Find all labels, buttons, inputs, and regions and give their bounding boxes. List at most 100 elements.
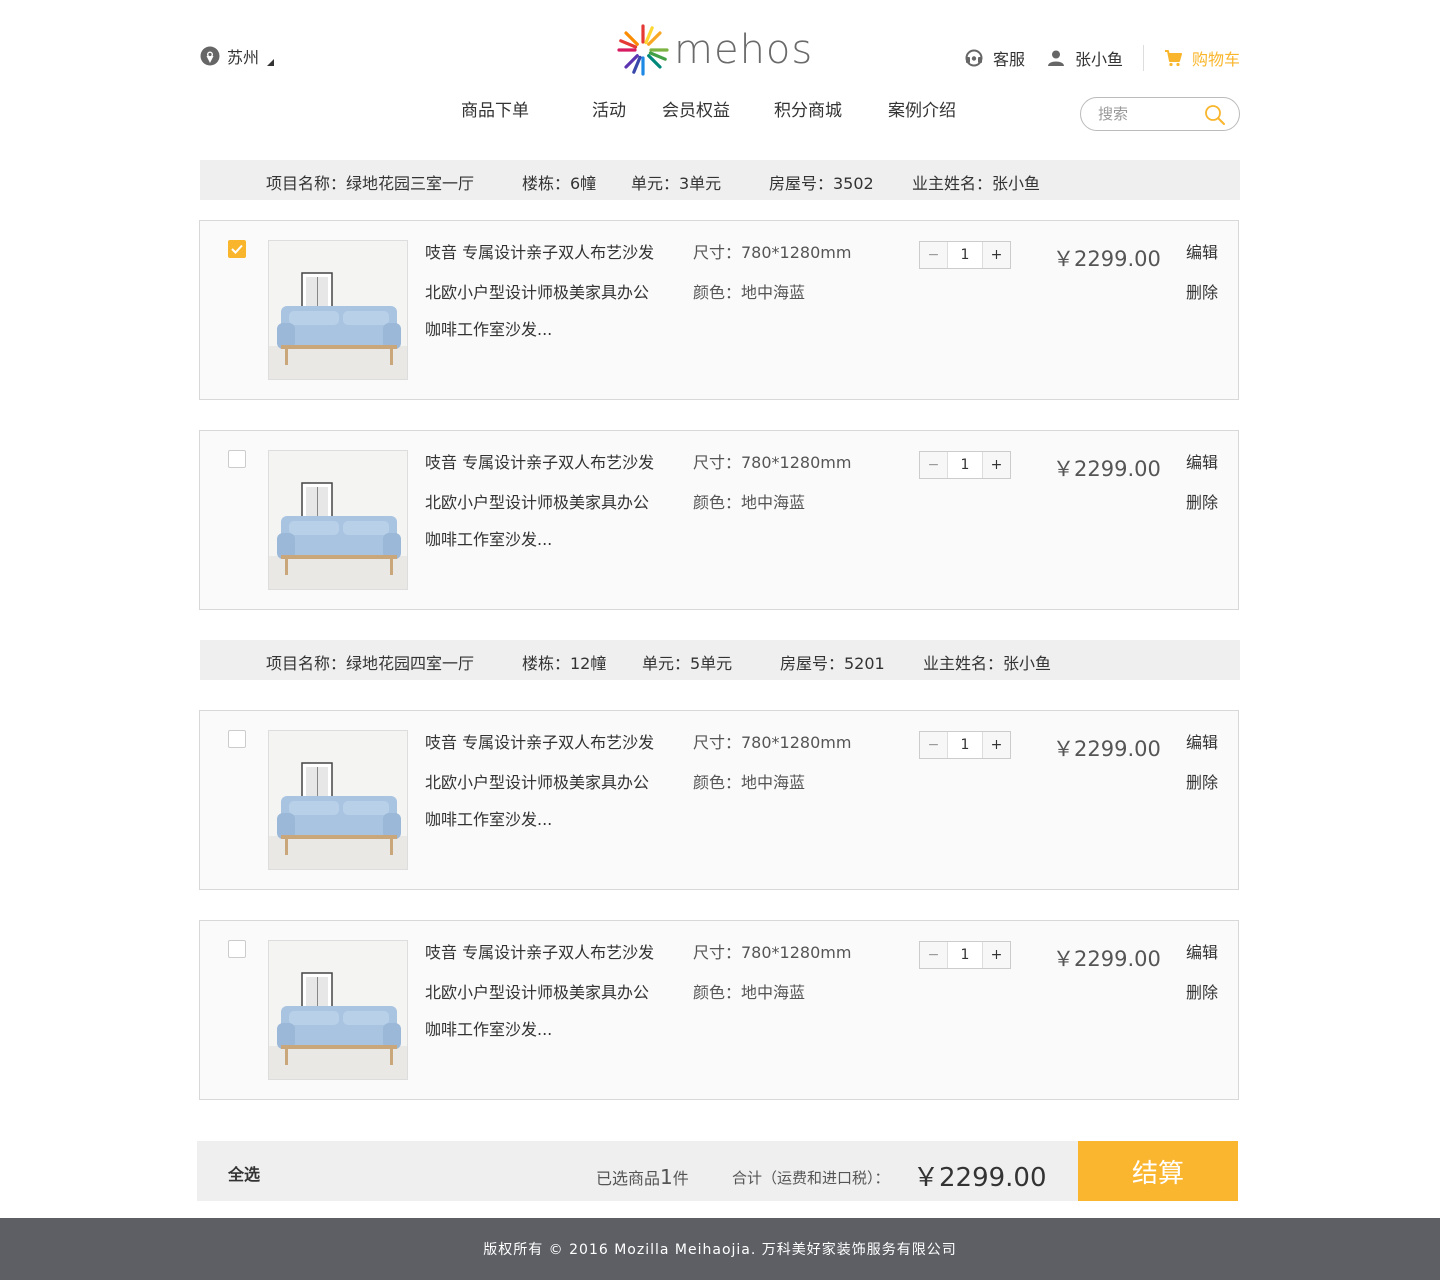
quantity-stepper: − 1 + (919, 731, 1011, 759)
search-box (1080, 97, 1240, 131)
qty-value[interactable]: 1 (948, 242, 982, 268)
total-label: 合计（运费和进口税）： (732, 1169, 890, 1187)
product-color: 颜色：地中海蓝 (693, 773, 806, 792)
search-icon[interactable] (1204, 104, 1226, 126)
edit-button[interactable]: 编辑 (1186, 239, 1218, 263)
product-size: 尺寸：780*1280mm (693, 453, 852, 472)
qty-decrease-button[interactable]: − (920, 732, 948, 758)
product-size: 尺寸：780*1280mm (693, 943, 852, 962)
project-name: 项目名称：绿地花园四室一厅 (266, 654, 475, 673)
item-checkbox[interactable] (228, 240, 246, 258)
search-input[interactable] (1098, 105, 1198, 123)
select-all-button[interactable]: 全选 (228, 1161, 260, 1185)
qty-increase-button[interactable]: + (982, 732, 1010, 758)
product-title-line3[interactable]: 咖啡工作室沙发... (425, 806, 552, 830)
qty-decrease-button[interactable]: − (920, 452, 948, 478)
product-title-line3[interactable]: 咖啡工作室沙发... (425, 316, 552, 340)
checkout-bar: 全选 已选商品1件 合计（运费和进口税）： ￥2299.00 结算 (197, 1141, 1238, 1201)
quantity-stepper: − 1 + (919, 941, 1011, 969)
product-size: 尺寸：780*1280mm (693, 243, 852, 262)
selected-suffix: 件 (672, 1169, 689, 1188)
product-title-line2[interactable]: 北欧小户型设计师极美家具办公 (425, 489, 649, 513)
project-name: 项目名称：绿地花园三室一厅 (266, 174, 475, 193)
project-building: 楼栋：6幢 (522, 174, 597, 193)
selected-count: 已选商品1件 (596, 1165, 689, 1189)
delete-button[interactable]: 删除 (1186, 979, 1218, 1003)
product-image[interactable] (268, 730, 408, 870)
qty-value[interactable]: 1 (948, 942, 982, 968)
product-image[interactable] (268, 240, 408, 380)
city-selector[interactable]: 苏州 (200, 44, 275, 68)
delete-button[interactable]: 删除 (1186, 279, 1218, 303)
total-price: ￥2299.00 (913, 1163, 1047, 1193)
quantity-stepper: − 1 + (919, 241, 1011, 269)
project-info-bar: 项目名称：绿地花园四室一厅 楼栋：12幢 单元：5单元 房屋号：5201 业主姓… (200, 640, 1240, 680)
qty-value[interactable]: 1 (948, 452, 982, 478)
top-user-nav: 客服 张小鱼 购物车 (965, 44, 1240, 72)
product-title-line1[interactable]: 吱音 专属设计亲子双人布艺沙发 (425, 239, 654, 263)
cart-item: 吱音 专属设计亲子双人布艺沙发 北欧小户型设计师极美家具办公 咖啡工作室沙发..… (199, 220, 1239, 400)
cart-item: 吱音 专属设计亲子双人布艺沙发 北欧小户型设计师极美家具办公 咖啡工作室沙发..… (199, 920, 1239, 1100)
nav-item-order[interactable]: 商品下单 (461, 96, 529, 121)
edit-button[interactable]: 编辑 (1186, 449, 1218, 473)
qty-decrease-button[interactable]: − (920, 942, 948, 968)
quantity-stepper: − 1 + (919, 451, 1011, 479)
cart-item: 吱音 专属设计亲子双人布艺沙发 北欧小户型设计师极美家具办公 咖啡工作室沙发..… (199, 710, 1239, 890)
product-title-line1[interactable]: 吱音 专属设计亲子双人布艺沙发 (425, 729, 654, 753)
project-info-bar: 项目名称：绿地花园三室一厅 楼栋：6幢 单元：3单元 房屋号：3502 业主姓名… (200, 160, 1240, 200)
product-price: ￥2299.00 (1053, 247, 1161, 271)
project-owner: 业主姓名：张小鱼 (923, 654, 1052, 673)
delete-button[interactable]: 删除 (1186, 769, 1218, 793)
item-checkbox[interactable] (228, 730, 246, 748)
product-title-line3[interactable]: 咖啡工作室沙发... (425, 526, 552, 550)
product-color: 颜色：地中海蓝 (693, 983, 806, 1002)
nav-item-activity[interactable]: 活动 (592, 96, 626, 121)
product-image[interactable] (268, 450, 408, 590)
qty-increase-button[interactable]: + (982, 942, 1010, 968)
qty-increase-button[interactable]: + (982, 242, 1010, 268)
nav-item-member[interactable]: 会员权益 (662, 96, 730, 121)
brand-logo[interactable]: mehos (616, 22, 826, 78)
qty-increase-button[interactable]: + (982, 452, 1010, 478)
cart-item: 吱音 专属设计亲子双人布艺沙发 北欧小户型设计师极美家具办公 咖啡工作室沙发..… (199, 430, 1239, 610)
edit-button[interactable]: 编辑 (1186, 729, 1218, 753)
logo-wordmark: mehos (674, 27, 814, 73)
product-title-line2[interactable]: 北欧小户型设计师极美家具办公 (425, 769, 649, 793)
customer-service-link[interactable]: 客服 (965, 46, 1025, 70)
product-title-line2[interactable]: 北欧小户型设计师极美家具办公 (425, 279, 649, 303)
qty-decrease-button[interactable]: − (920, 242, 948, 268)
cart-label: 购物车 (1191, 50, 1240, 69)
user-profile-link[interactable]: 张小鱼 (1047, 46, 1123, 70)
headset-icon (965, 49, 983, 67)
item-checkbox[interactable] (228, 450, 246, 468)
item-checkbox[interactable] (228, 940, 246, 958)
product-price: ￥2299.00 (1053, 457, 1161, 481)
dropdown-triangle-icon (267, 58, 275, 66)
nav-divider (1142, 45, 1144, 71)
project-unit: 单元：3单元 (631, 174, 722, 193)
selected-prefix: 已选商品 (596, 1169, 661, 1188)
product-title-line3[interactable]: 咖啡工作室沙发... (425, 1016, 552, 1040)
product-image[interactable] (268, 940, 408, 1080)
project-building: 楼栋：12幢 (522, 654, 607, 673)
checkout-button[interactable]: 结算 (1078, 1141, 1238, 1201)
edit-button[interactable]: 编辑 (1186, 939, 1218, 963)
product-title-line1[interactable]: 吱音 专属设计亲子双人布艺沙发 (425, 939, 654, 963)
product-title-line2[interactable]: 北欧小户型设计师极美家具办公 (425, 979, 649, 1003)
footer-copyright: 版权所有 © 2016 Mozilla Meihaojia. 万科美好家装饰服务… (0, 1218, 1440, 1280)
service-label: 客服 (992, 50, 1025, 69)
cart-link[interactable]: 购物车 (1164, 46, 1240, 70)
checkmark-icon (231, 244, 243, 254)
product-color: 颜色：地中海蓝 (693, 493, 806, 512)
product-title-line1[interactable]: 吱音 专属设计亲子双人布艺沙发 (425, 449, 654, 473)
nav-item-points-mall[interactable]: 积分商城 (774, 96, 842, 121)
project-room: 房屋号：5201 (780, 654, 885, 673)
nav-item-cases[interactable]: 案例介绍 (888, 96, 956, 121)
qty-value[interactable]: 1 (948, 732, 982, 758)
product-price: ￥2299.00 (1053, 737, 1161, 761)
cart-icon (1164, 50, 1182, 67)
city-name: 苏州 (227, 48, 260, 67)
project-unit: 单元：5单元 (642, 654, 733, 673)
delete-button[interactable]: 删除 (1186, 489, 1218, 513)
selected-number: 1 (660, 1165, 673, 1189)
